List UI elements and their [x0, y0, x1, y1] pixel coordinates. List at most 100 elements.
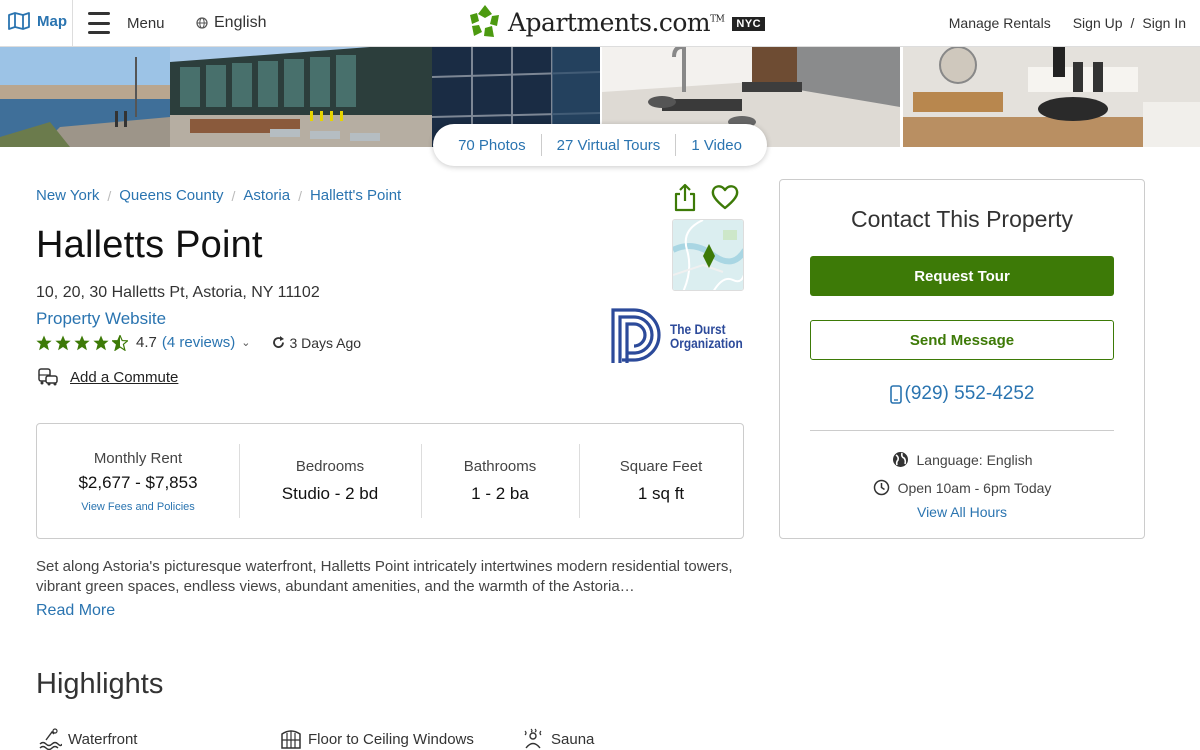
menu-button[interactable]: Menu — [88, 9, 165, 37]
photo-building-plaza[interactable] — [170, 47, 432, 147]
view-fees-link[interactable]: View Fees and Policies — [81, 501, 195, 513]
durst-organization-logo[interactable]: The Durst Organization — [610, 307, 756, 365]
chevron-down-icon[interactable]: ⌄ — [241, 336, 250, 349]
globe-icon — [892, 452, 908, 467]
property-website-link[interactable]: Property Website — [36, 309, 166, 329]
map-button[interactable]: Map — [8, 12, 67, 30]
highlight-label: Floor to Ceiling Windows — [308, 730, 474, 748]
breadcrumb-item-new-york[interactable]: New York — [36, 187, 99, 204]
star-icon — [36, 335, 52, 350]
add-commute[interactable]: Add a Commute — [38, 368, 178, 386]
breadcrumb-item-queens-county[interactable]: Queens County — [119, 187, 223, 204]
phone-icon — [889, 384, 902, 404]
reviews-link[interactable]: (4 reviews) — [162, 334, 235, 351]
sqft-label: Square Feet — [619, 458, 703, 475]
bedrooms-label: Bedrooms — [295, 458, 365, 475]
language-selector[interactable]: English — [196, 14, 266, 32]
photos-link[interactable]: 70 Photos — [443, 137, 541, 154]
breadcrumb: New York / Queens County / Astoria / Hal… — [36, 187, 402, 204]
bedrooms-value: Studio - 2 bd — [281, 484, 379, 503]
durst-logo-line1: The Durst — [670, 321, 726, 337]
header-divider — [72, 0, 73, 47]
stat-monthly-rent: Monthly Rent $2,677 - $7,853 View Fees a… — [37, 424, 239, 538]
language-row: Language: English — [780, 451, 1144, 468]
map-thumbnail[interactable] — [672, 219, 744, 291]
star-icon — [93, 335, 109, 350]
view-all-hours-link[interactable]: View All Hours — [780, 504, 1144, 520]
manage-rentals-link[interactable]: Manage Rentals — [949, 15, 1051, 31]
site-header: Map Menu English Apartments.comTM NYC Ma… — [0, 0, 1200, 47]
highlight-floor-to-ceiling-windows: Floor to Ceiling Windows — [280, 728, 474, 750]
favorite-button[interactable] — [710, 183, 740, 216]
rent-value: $2,677 - $7,853 — [78, 472, 198, 492]
durst-logo-line2: Organization — [670, 335, 743, 351]
share-icon — [674, 183, 696, 212]
contact-divider — [810, 430, 1114, 431]
highlights-heading: Highlights — [36, 668, 164, 700]
media-pill: 70 Photos 27 Virtual Tours 1 Video — [433, 124, 767, 166]
language-label: English — [214, 14, 267, 31]
heart-icon — [711, 185, 739, 210]
breadcrumb-item-halletts-point[interactable]: Hallett's Point — [310, 187, 401, 204]
sign-up-link[interactable]: Sign Up — [1073, 15, 1123, 31]
add-commute-link[interactable]: Add a Commute — [70, 369, 178, 386]
bathrooms-value: 1 - 2 ba — [471, 484, 529, 503]
bathrooms-label: Bathrooms — [463, 458, 537, 475]
stat-square-feet: Square Feet 1 sq ft — [579, 424, 743, 538]
video-link[interactable]: 1 Video — [676, 137, 757, 154]
rent-label: Monthly Rent — [93, 449, 183, 467]
highlight-label: Sauna — [551, 730, 595, 748]
refresh-icon — [273, 336, 285, 348]
property-title: Halletts Point — [36, 224, 263, 266]
hours-row: Open 10am - 6pm Today — [780, 479, 1144, 496]
rating-stars — [36, 334, 128, 351]
map-icon — [8, 12, 30, 30]
property-description: Set along Astoria's picturesque waterfro… — [36, 558, 733, 595]
highlight-sauna: Sauna — [521, 728, 594, 750]
rating-value: 4.7 — [136, 334, 157, 351]
photo-waterfront[interactable] — [0, 47, 170, 147]
photo-living-room[interactable] — [903, 47, 1200, 147]
globe-icon — [196, 17, 208, 29]
phone-number: (929) 552-4252 — [904, 383, 1035, 404]
share-button[interactable] — [672, 182, 698, 217]
language-text: Language: English — [916, 451, 1033, 468]
send-message-button[interactable]: Send Message — [810, 320, 1114, 360]
phone-link[interactable]: (929) 552-4252 — [780, 383, 1144, 405]
star-icon — [55, 335, 71, 350]
durst-logo-mark — [611, 308, 661, 363]
site-logo[interactable]: Apartments.comTM NYC — [468, 4, 766, 40]
request-tour-button[interactable]: Request Tour — [810, 256, 1114, 296]
menu-label: Menu — [127, 14, 165, 32]
sqft-value: 1 sq ft — [637, 484, 685, 503]
sauna-icon — [524, 728, 542, 749]
updated-text: 3 Days Ago — [289, 334, 362, 351]
half-star-icon — [112, 334, 128, 351]
logo-city-badge: NYC — [732, 17, 766, 31]
slash-separator: / — [1130, 15, 1135, 31]
breadcrumb-item-astoria[interactable]: Astoria — [243, 187, 290, 204]
windows-icon — [281, 730, 301, 749]
stat-bedrooms: Bedrooms Studio - 2 bd — [239, 424, 421, 538]
contact-title: Contact This Property — [850, 206, 1073, 232]
stat-bathrooms: Bathrooms 1 - 2 ba — [421, 424, 579, 538]
map-label: Map — [37, 12, 67, 30]
contact-card: Contact This Property Request Tour Send … — [779, 179, 1145, 539]
star-icon — [74, 335, 90, 350]
apartments-logo-icon — [470, 5, 499, 37]
read-more-link[interactable]: Read More — [36, 602, 115, 620]
virtual-tours-link[interactable]: 27 Virtual Tours — [542, 137, 676, 154]
highlight-label: Waterfront — [68, 730, 138, 748]
header-account-links: Manage Rentals Sign Up / Sign In — [949, 15, 1186, 31]
hours-text: Open 10am - 6pm Today — [897, 479, 1052, 496]
hamburger-icon — [88, 9, 110, 37]
property-stats: Monthly Rent $2,677 - $7,853 View Fees a… — [36, 423, 744, 539]
highlight-waterfront: Waterfront — [38, 728, 137, 750]
commute-icon — [38, 368, 58, 386]
sign-in-link[interactable]: Sign In — [1142, 15, 1186, 31]
waterfront-icon — [39, 728, 62, 750]
logo-text: Apartments.comTM — [508, 7, 725, 37]
last-updated: 3 Days Ago — [272, 335, 361, 351]
rating-row: 4.7 (4 reviews) ⌄ 3 Days Ago — [36, 334, 361, 351]
clock-icon — [873, 479, 889, 496]
